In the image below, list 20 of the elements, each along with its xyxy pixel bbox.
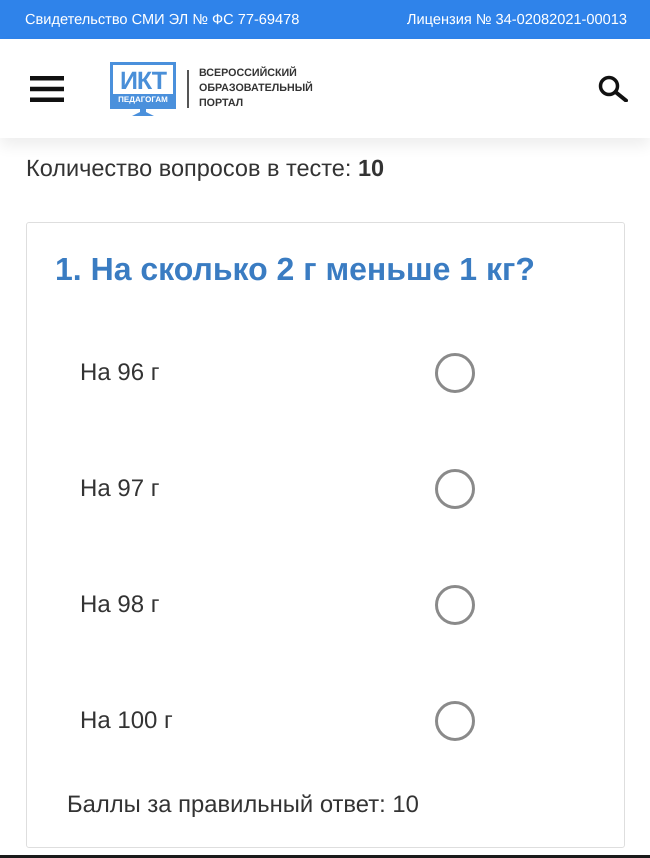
option-label[interactable]: На 97 г	[80, 475, 160, 503]
search-icon	[598, 75, 628, 102]
question-count: Количество вопросов в тесте: 10	[26, 155, 386, 181]
radio-button[interactable]	[435, 469, 475, 509]
logo-caption: ПЕДАГОГАМ	[113, 94, 173, 106]
question-title: 1. На сколько 2 г меньше 1 кг?	[55, 250, 536, 288]
option-label[interactable]: На 98 г	[80, 591, 160, 619]
menu-icon	[30, 76, 64, 102]
logo-tagline: ВСЕРОССИЙСКИЙ ОБРАЗОВАТЕЛЬНЫЙ ПОРТАЛ	[199, 66, 313, 111]
option-label[interactable]: На 100 г	[80, 707, 173, 735]
menu-button[interactable]	[30, 76, 64, 102]
points-text: Баллы за правильный ответ: 10	[67, 791, 420, 819]
certificate-text: Свидетельство СМИ ЭЛ № ФС 77-69478	[25, 12, 300, 28]
radio-button[interactable]	[435, 585, 475, 625]
search-button[interactable]	[598, 75, 628, 102]
option-label[interactable]: На 96 г	[80, 359, 160, 387]
logo-mark: ИКТ	[120, 68, 166, 94]
license-text: Лицензия № 34-02082021-00013	[406, 12, 627, 28]
radio-button[interactable]	[435, 701, 475, 741]
radio-button[interactable]	[435, 353, 475, 393]
